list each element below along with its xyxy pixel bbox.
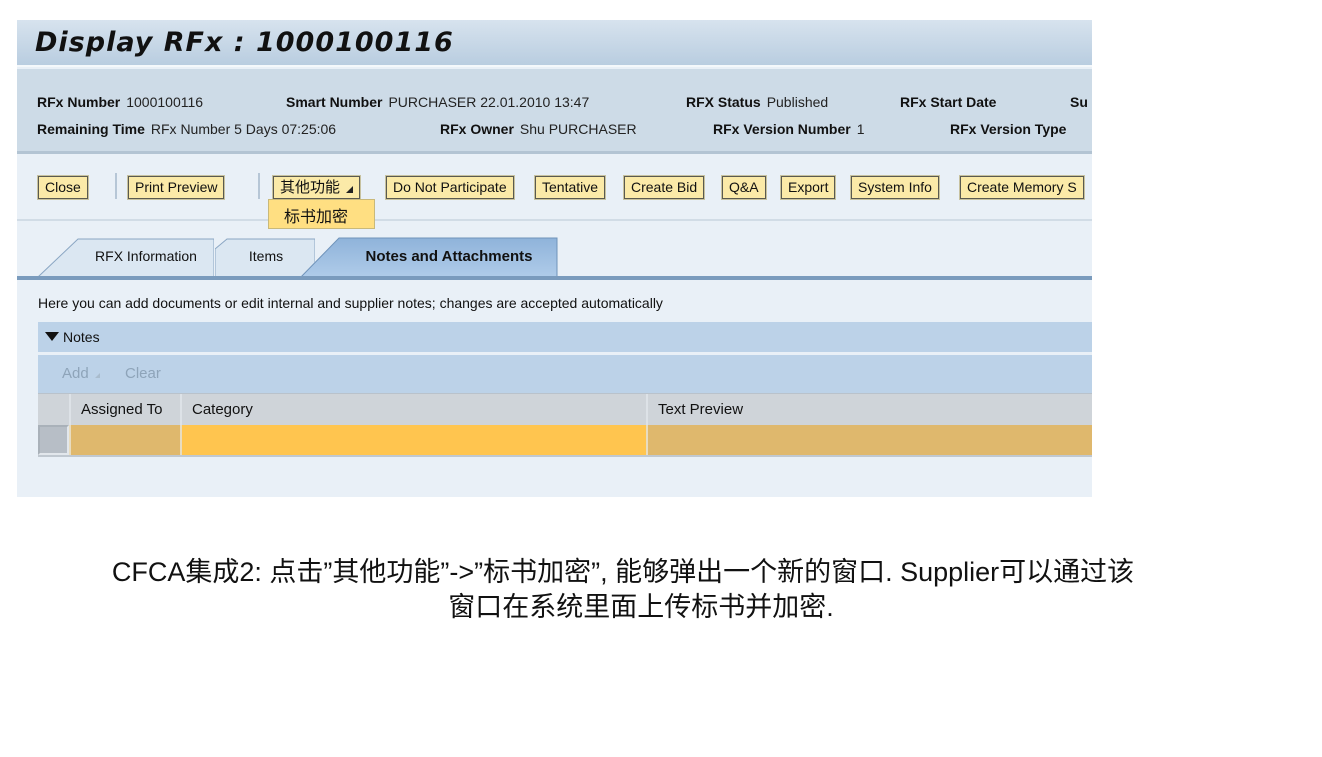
create-memory-button[interactable]: Create Memory S xyxy=(959,175,1085,200)
dropdown-arrow-icon xyxy=(94,373,100,378)
field-label: Su xyxy=(1070,94,1088,110)
notes-table: Assigned To Category Text Preview xyxy=(38,393,1092,457)
caption-line-2: 窗口在系统里面上传标书并加密. xyxy=(448,592,834,622)
column-header-category[interactable]: Category xyxy=(180,394,646,425)
rfx-header-info: RFx Number 1000100116 Smart Number PURCHAS… xyxy=(17,69,1092,154)
tentative-button[interactable]: Tentative xyxy=(533,175,607,200)
header-field-smart-number: Smart Number PURCHASER 22.01.2010 13:47 xyxy=(286,94,589,110)
more-functions-menu: 标书加密 xyxy=(268,199,375,229)
print-preview-button[interactable]: Print Preview xyxy=(126,175,226,200)
field-label: Smart Number xyxy=(286,94,383,110)
field-label: RFx Start Date xyxy=(900,94,997,110)
qa-button[interactable]: Q&A xyxy=(721,175,767,200)
toolbar-separator xyxy=(115,173,117,199)
page-title: Display RFx : 1000100116 xyxy=(35,27,454,58)
more-functions-dropdown-button[interactable]: 其他功能 xyxy=(271,175,362,200)
notes-section-header[interactable]: Notes xyxy=(38,322,1092,352)
dropdown-arrow-icon xyxy=(346,186,354,193)
header-field-rfx-number: RFx Number 1000100116 xyxy=(37,94,203,110)
menu-item-bid-encryption[interactable]: 标书加密 xyxy=(284,203,374,227)
field-value: Published xyxy=(766,94,829,110)
more-functions-label: 其他功能 xyxy=(280,179,341,196)
add-button[interactable]: Add xyxy=(62,355,100,393)
info-text: Here you can add documents or edit inter… xyxy=(38,295,663,311)
field-label: Remaining Time xyxy=(37,121,145,137)
tab-label: Items xyxy=(248,248,284,264)
column-header-assigned-to[interactable]: Assigned To xyxy=(69,394,180,425)
export-button[interactable]: Export xyxy=(779,175,837,200)
cell-text-preview[interactable] xyxy=(646,425,1092,455)
field-value: RFx Number 5 Days 07:25:06 xyxy=(150,121,337,137)
tab-label: Notes and Attachments xyxy=(365,248,533,265)
field-label: RFx Number xyxy=(37,94,121,110)
title-bar: Display RFx : 1000100116 xyxy=(17,20,1092,67)
field-value: Shu PURCHASER xyxy=(519,121,637,137)
clear-button[interactable]: Clear xyxy=(125,355,161,393)
header-field-rfx-version-number: RFx Version Number 1 xyxy=(713,121,865,137)
field-value: 1 xyxy=(856,121,865,137)
close-button[interactable]: Close xyxy=(37,175,89,200)
notes-section-title: Notes xyxy=(63,329,100,345)
tab-notes-and-attachments[interactable]: Notes and Attachments xyxy=(299,237,559,279)
notes-toolbar: Add Clear xyxy=(38,355,1092,393)
tab-strip: RFX Information Items Notes and Attachme… xyxy=(17,230,1092,280)
expand-triangle-icon xyxy=(45,332,59,341)
table-header: Assigned To Category Text Preview xyxy=(38,393,1092,425)
header-field-truncated: Su xyxy=(1070,94,1088,110)
caption-line-1: CFCA集成2: 点击”其他功能”->”标书加密”, 能够弹出一个新的窗口. S… xyxy=(111,557,1135,587)
action-toolbar: Close Print Preview 其他功能 Do Not Particip… xyxy=(17,157,1092,221)
create-bid-button[interactable]: Create Bid xyxy=(622,175,706,200)
table-row[interactable] xyxy=(38,425,1092,455)
header-field-rfx-version-type: RFx Version Type xyxy=(950,121,1066,137)
field-label: RFx Owner xyxy=(440,121,514,137)
cell-category[interactable] xyxy=(180,425,646,455)
add-label: Add xyxy=(62,365,89,382)
column-header-text-preview[interactable]: Text Preview xyxy=(646,394,1092,425)
field-label: RFX Status xyxy=(686,94,761,110)
system-info-button[interactable]: System Info xyxy=(850,175,940,200)
field-value: PURCHASER 22.01.2010 13:47 xyxy=(388,94,590,110)
field-label: RFx Version Type xyxy=(950,121,1067,137)
header-field-rfx-start-date: RFx Start Date xyxy=(900,94,996,110)
do-not-participate-button[interactable]: Do Not Participate xyxy=(385,175,515,200)
field-value: 1000100116 xyxy=(126,94,204,110)
toolbar-separator xyxy=(258,173,260,199)
tab-label: RFX Information xyxy=(95,248,197,264)
header-field-rfx-owner: RFx Owner Shu PURCHASER xyxy=(440,121,637,137)
tab-rfx-information[interactable]: RFX Information xyxy=(38,237,214,277)
field-label: RFx Version Number xyxy=(713,121,851,137)
row-selector[interactable] xyxy=(38,425,69,455)
header-field-rfx-status: RFX Status Published xyxy=(686,94,828,110)
header-field-remaining-time: Remaining Time RFx Number 5 Days 07:25:06 xyxy=(37,121,336,137)
tab-underline xyxy=(17,276,1092,280)
sap-rfx-window: Display RFx : 1000100116 RFx Number 10001… xyxy=(17,20,1092,497)
cell-assigned-to[interactable] xyxy=(69,425,180,455)
